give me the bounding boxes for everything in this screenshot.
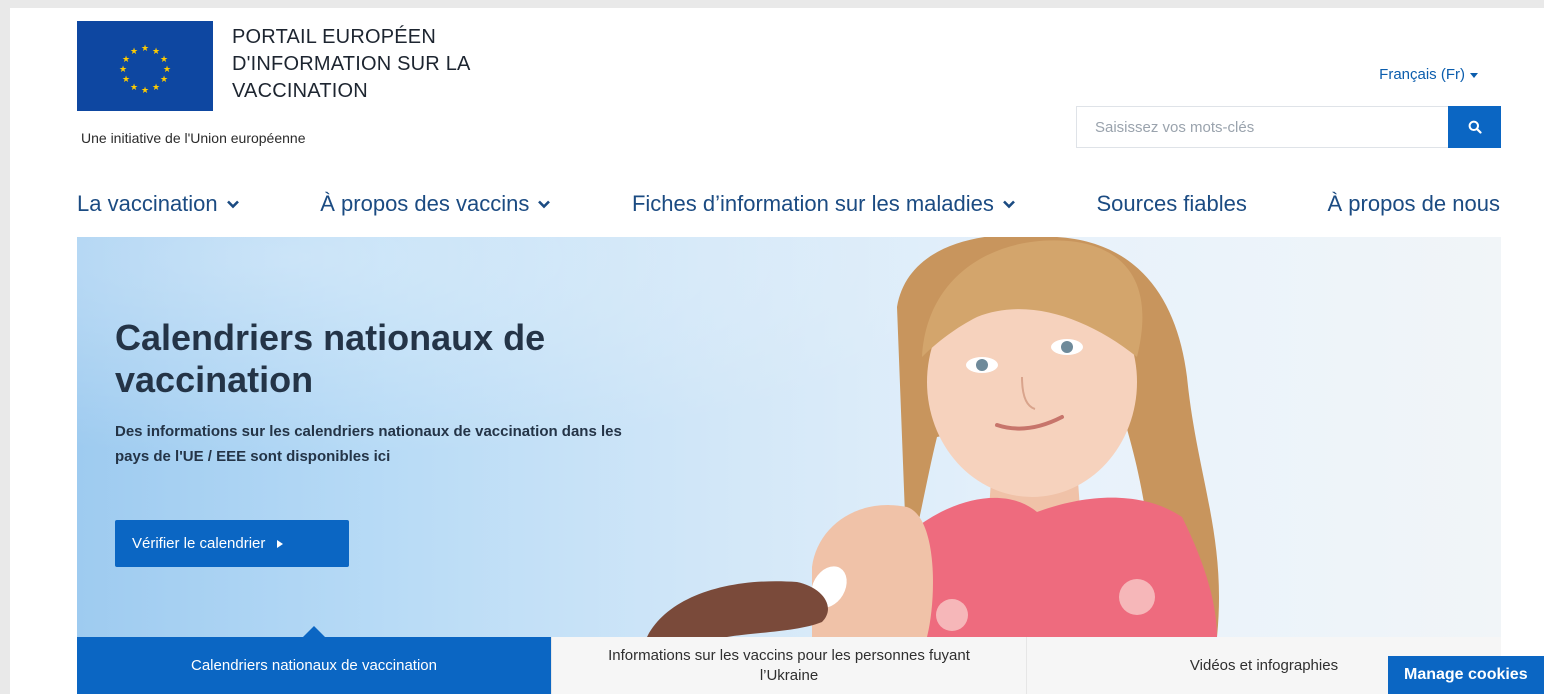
eu-flag-logo[interactable]: ★ ★ ★ ★ ★ ★ ★ ★ ★ ★ ★ ★	[77, 21, 213, 111]
svg-text:★: ★	[122, 55, 130, 65]
svg-text:★: ★	[152, 47, 160, 57]
page: ★ ★ ★ ★ ★ ★ ★ ★ ★ ★ ★ ★ PORTAIL EUROPÉEN…	[10, 8, 1544, 694]
nav-item-label: Fiches d’information sur les maladies	[631, 191, 994, 216]
svg-text:★: ★	[160, 75, 168, 85]
search-icon	[1468, 120, 1482, 134]
svg-text:★: ★	[160, 55, 168, 65]
nav-item-a-propos-des-vaccins[interactable]: À propos des vaccins	[320, 191, 551, 217]
hero-description: Des informations sur les calendriers nat…	[115, 423, 622, 465]
caret-down-icon	[1470, 72, 1478, 78]
site-title[interactable]: PORTAIL EUROPÉEN D'INFORMATION SUR LA VA…	[232, 24, 552, 105]
language-selector[interactable]: Français (Fr)	[1379, 66, 1478, 83]
nav-item-label: À propos des vaccins	[320, 191, 530, 216]
nav-item-label: Sources fiables	[1096, 191, 1247, 216]
tab-calendriers[interactable]: Calendriers nationaux de vaccination	[77, 626, 551, 694]
chevron-down-icon	[538, 200, 551, 209]
eu-stars-icon: ★ ★ ★ ★ ★ ★ ★ ★ ★ ★ ★ ★	[119, 44, 171, 96]
svg-text:★: ★	[163, 65, 171, 75]
tagline: Une initiative de l'Union européenne	[81, 130, 306, 146]
chevron-down-icon	[1002, 200, 1015, 209]
svg-text:★: ★	[119, 65, 127, 75]
nav-item-fiches-maladies[interactable]: Fiches d’information sur les maladies	[632, 191, 1016, 217]
hero-banner: Calendriers nationaux de vaccination Des…	[77, 237, 1501, 637]
caret-right-icon	[277, 539, 284, 548]
search-button[interactable]	[1448, 106, 1501, 148]
main-nav: La vaccination À propos des vaccins Fich…	[77, 184, 1500, 224]
tab-ukraine-vaccine-info[interactable]: Informations sur les vaccins pour les pe…	[551, 637, 1026, 694]
nav-item-sources-fiables[interactable]: Sources fiables	[1096, 191, 1246, 217]
nav-item-la-vaccination[interactable]: La vaccination	[77, 191, 240, 217]
search-bar	[1076, 106, 1501, 148]
svg-text:★: ★	[141, 86, 149, 96]
svg-text:★: ★	[141, 44, 149, 54]
search-input[interactable]	[1077, 107, 1448, 147]
nav-item-a-propos-de-nous[interactable]: À propos de nous	[1328, 191, 1500, 217]
nav-item-label: La vaccination	[77, 191, 218, 216]
nav-item-label: À propos de nous	[1327, 191, 1500, 216]
chevron-down-icon	[226, 200, 239, 209]
button-label: Vérifier le calendrier	[132, 535, 266, 552]
feature-tabs: Calendriers nationaux de vaccination Inf…	[77, 626, 1501, 694]
manage-cookies-button[interactable]: Manage cookies	[1388, 656, 1544, 694]
language-label: Français (Fr)	[1379, 66, 1465, 83]
svg-text:★: ★	[130, 83, 138, 93]
svg-text:★: ★	[130, 47, 138, 57]
hero-title: Calendriers nationaux de vaccination	[115, 317, 546, 400]
svg-text:★: ★	[152, 83, 160, 93]
check-schedule-button[interactable]: Vérifier le calendrier	[115, 520, 349, 567]
svg-text:★: ★	[122, 75, 130, 85]
